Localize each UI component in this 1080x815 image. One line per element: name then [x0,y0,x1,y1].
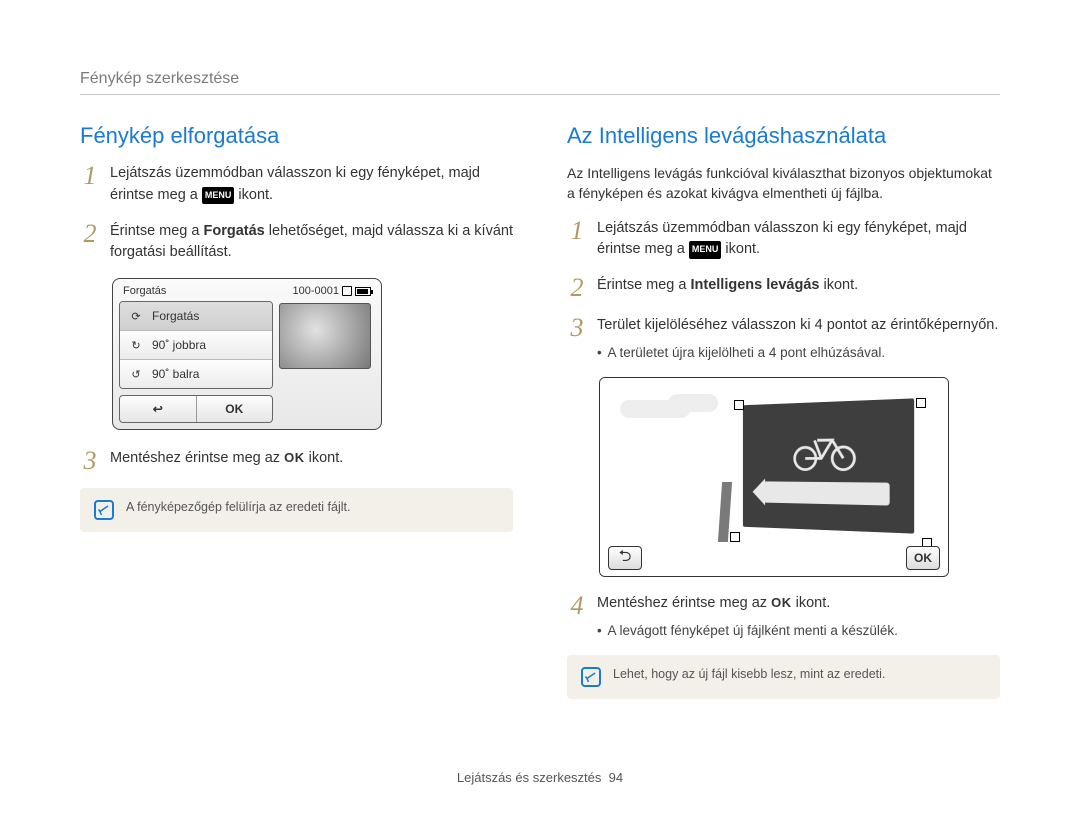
step-text: Lejátszás üzemmódban válasszon ki egy fé… [597,220,967,258]
device-counter: 100-0001 [293,285,340,297]
rotate-off-icon: ⟳ [128,309,144,323]
step-text: Mentéshez érintse meg az [110,450,284,466]
note-icon [94,500,114,520]
note-box: A fényképezőgép felülírja az eredeti fáj… [80,488,513,532]
section-title-smartcrop: Az Intelligens levágáshasználata [567,123,1000,149]
step-number: 1 [567,218,587,262]
step-number: 1 [80,163,100,207]
note-icon [581,667,601,687]
smart-crop-illustration: ⮌ OK [599,377,949,577]
menu-item-label: Forgatás [152,309,199,323]
note-text: Lehet, hogy az új fájl kisebb lesz, mint… [613,667,885,681]
device-back-button[interactable]: ↩ [120,396,197,422]
footer-page-number: 94 [609,770,623,785]
step-bullet: A területet újra kijelölheti a 4 pont el… [597,343,1000,363]
footer-label: Lejátszás és szerkesztés [457,770,602,785]
photo-preview [279,303,371,369]
rotate-menu-item[interactable]: ↺ 90˚ balra [120,360,272,388]
step-text: Mentéshez érintse meg az [597,595,771,611]
crop-handle[interactable] [734,400,744,410]
rotate-menu-item[interactable]: ↻ 90˚ jobbra [120,331,272,360]
illus-ok-button[interactable]: OK [906,546,940,570]
cloud-shape [668,394,718,412]
crop-handle[interactable] [916,398,926,408]
rotate-menu-item[interactable]: ⟳ Forgatás [120,302,272,331]
note-box: Lehet, hogy az új fájl kisebb lesz, mint… [567,655,1000,699]
step-text: ikont. [238,187,273,203]
rotate-left-icon: ↺ [128,367,144,381]
step-number: 3 [567,315,587,363]
device-screenshot-rotate: Forgatás 100-0001 ⟳ Forgatás [112,278,382,430]
menu-icon: MENU [202,187,235,205]
step-text: Érintse meg a [110,223,204,239]
step-number: 3 [80,448,100,474]
step-text: Lejátszás üzemmódban válasszon ki egy fé… [110,165,480,203]
illus-back-button[interactable]: ⮌ [608,546,642,570]
arrow-left-icon [763,481,889,505]
ok-icon: OK [284,450,305,465]
step-text: Érintse meg a [597,277,691,293]
bicycle-icon [791,427,859,472]
rotate-menu-list: ⟳ Forgatás ↻ 90˚ jobbra ↺ 90˚ balra [119,301,273,389]
step-text: ikont. [725,241,760,257]
ok-icon: OK [771,595,792,610]
page-footer: Lejátszás és szerkesztés 94 [0,770,1080,785]
device-header-label: Forgatás [123,285,166,297]
step-number: 2 [80,221,100,265]
crop-handle[interactable] [730,532,740,542]
bicycle-sign [743,398,914,533]
left-column: Fénykép elforgatása 1 Lejátszás üzemmódb… [80,123,513,699]
device-ok-button[interactable]: OK [197,396,273,422]
sd-card-icon [342,286,352,296]
section-title-rotate: Fénykép elforgatása [80,123,513,149]
step-text: ikont. [796,595,831,611]
step-bullet: A levágott fényképet új fájlként menti a… [597,621,1000,641]
step-number: 4 [567,593,587,641]
right-column: Az Intelligens levágáshasználata Az Inte… [567,123,1000,699]
rotate-right-icon: ↻ [128,338,144,352]
step-text: ikont. [823,277,858,293]
menu-item-label: 90˚ jobbra [152,338,206,352]
breadcrumb: Fénykép szerkesztése [80,70,1000,95]
step-text-bold: Intelligens levágás [691,277,820,293]
battery-icon [355,287,371,296]
step-text: Terület kijelöléséhez válasszon ki 4 pon… [597,317,998,333]
menu-item-label: 90˚ balra [152,367,199,381]
menu-icon: MENU [689,241,722,259]
note-text: A fényképezőgép felülírja az eredeti fáj… [126,500,350,514]
step-number: 2 [567,275,587,301]
step-text-bold: Forgatás [204,223,265,239]
step-text: ikont. [309,450,344,466]
intro-text: Az Intelligens levágás funkcióval kivála… [567,163,1000,204]
